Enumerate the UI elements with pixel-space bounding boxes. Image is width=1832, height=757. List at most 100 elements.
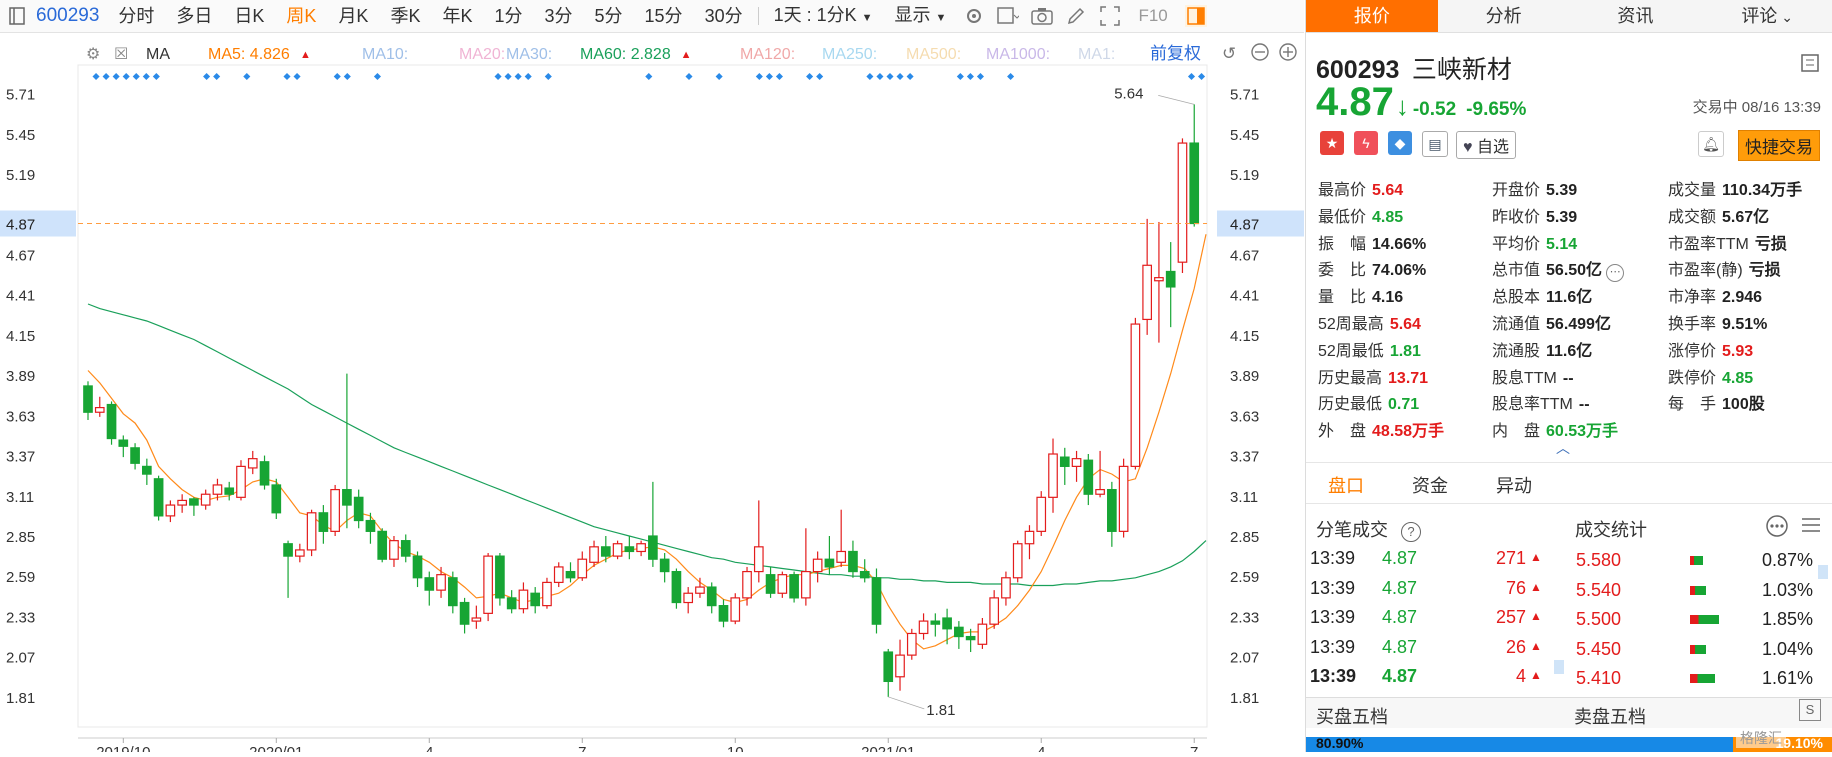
candle[interactable] bbox=[318, 505, 329, 544]
candle[interactable] bbox=[271, 478, 282, 519]
candle[interactable] bbox=[530, 587, 541, 614]
interval-select[interactable]: 1天 : 1分K ▼ bbox=[763, 0, 884, 34]
period-tab[interactable]: 1分 bbox=[483, 0, 533, 32]
candle[interactable] bbox=[730, 593, 741, 625]
candle[interactable] bbox=[671, 568, 682, 609]
display-menu[interactable]: 显示 ▼ bbox=[884, 0, 958, 34]
candle[interactable] bbox=[801, 528, 811, 606]
period-tab[interactable]: 周K bbox=[275, 0, 327, 32]
period-tab[interactable]: 分时 bbox=[107, 0, 165, 32]
undo-icon[interactable]: ↺ bbox=[1222, 44, 1236, 63]
china-flag-icon[interactable]: ★ bbox=[1320, 131, 1344, 155]
candle[interactable] bbox=[942, 608, 952, 645]
candle[interactable] bbox=[1059, 447, 1070, 485]
scrollbar-right[interactable] bbox=[1818, 565, 1828, 579]
period-tab[interactable]: 季K bbox=[379, 0, 431, 32]
subtab-yidong[interactable]: 异动 bbox=[1496, 472, 1532, 498]
ma-legend-item[interactable]: MA120: bbox=[740, 46, 795, 63]
candle[interactable] bbox=[247, 450, 258, 475]
gear-icon[interactable]: ⚙ bbox=[86, 46, 100, 63]
candle[interactable] bbox=[330, 484, 340, 537]
candle[interactable] bbox=[753, 500, 764, 583]
candle[interactable] bbox=[365, 512, 376, 544]
ma-legend-item[interactable]: MA5: 4.826 bbox=[208, 46, 290, 63]
candle[interactable] bbox=[577, 551, 588, 581]
watchlist-button[interactable]: ♥ 自选 bbox=[1456, 131, 1516, 159]
bell-icon[interactable]: 🔔︎ bbox=[1698, 131, 1724, 157]
period-tab[interactable]: 30分 bbox=[694, 0, 754, 32]
candle[interactable] bbox=[659, 553, 670, 583]
more-icon[interactable]: ⋯ bbox=[1606, 264, 1625, 283]
candle[interactable] bbox=[1036, 491, 1047, 537]
candle[interactable] bbox=[565, 562, 576, 583]
subtab-zijin[interactable]: 资金 bbox=[1412, 472, 1448, 498]
candle[interactable] bbox=[436, 566, 446, 598]
period-tab[interactable]: 15分 bbox=[634, 0, 694, 32]
candle[interactable] bbox=[1165, 242, 1176, 328]
f10-button[interactable]: F10 bbox=[1127, 0, 1178, 32]
candle[interactable] bbox=[1177, 138, 1188, 274]
candle[interactable] bbox=[954, 621, 964, 649]
candle[interactable] bbox=[777, 571, 788, 598]
candle[interactable] bbox=[189, 497, 199, 516]
candle[interactable] bbox=[589, 540, 599, 567]
expand-chevron-icon[interactable]: ︿ bbox=[1556, 438, 1570, 458]
candle[interactable] bbox=[906, 628, 917, 660]
candle[interactable] bbox=[718, 599, 729, 628]
ma-legend-item[interactable]: MA60: 2.828 bbox=[580, 46, 671, 63]
quick-trade-button[interactable]: 快捷交易 bbox=[1738, 130, 1820, 161]
toolbar-stock-code[interactable]: 600293 bbox=[34, 5, 107, 27]
candle[interactable] bbox=[518, 582, 529, 614]
candle[interactable] bbox=[1130, 317, 1141, 470]
candle[interactable] bbox=[412, 551, 423, 588]
candle[interactable] bbox=[1024, 525, 1035, 560]
candle[interactable] bbox=[259, 455, 270, 490]
candle[interactable] bbox=[1071, 450, 1082, 482]
candle[interactable] bbox=[83, 381, 93, 420]
sidebar-toggle-icon[interactable] bbox=[6, 5, 28, 27]
close-icon[interactable]: ☒ bbox=[114, 46, 128, 63]
candle[interactable] bbox=[306, 509, 317, 557]
fullscreen-icon[interactable] bbox=[1099, 5, 1121, 27]
ma-label[interactable]: MA bbox=[146, 46, 170, 63]
ma-legend-item[interactable]: MA20: bbox=[459, 46, 505, 63]
period-tab[interactable]: 5分 bbox=[584, 0, 634, 32]
candle[interactable] bbox=[94, 396, 105, 417]
candle[interactable] bbox=[165, 500, 176, 523]
candle[interactable] bbox=[895, 639, 905, 691]
candle[interactable] bbox=[648, 481, 658, 567]
candle[interactable] bbox=[977, 617, 988, 649]
candle[interactable] bbox=[848, 540, 858, 578]
candle[interactable] bbox=[1083, 454, 1094, 506]
gear-icon[interactable] bbox=[963, 5, 985, 27]
adjust-select[interactable]: 前复权 bbox=[1150, 44, 1201, 63]
candle[interactable] bbox=[836, 509, 847, 567]
candle[interactable] bbox=[624, 536, 635, 560]
candle[interactable] bbox=[612, 540, 623, 560]
candle[interactable] bbox=[1095, 450, 1105, 498]
candle[interactable] bbox=[789, 571, 799, 603]
candle[interactable] bbox=[130, 443, 140, 470]
candle[interactable] bbox=[118, 435, 129, 458]
ma-legend-item[interactable]: MA250: bbox=[822, 46, 877, 63]
candle[interactable] bbox=[1048, 438, 1058, 513]
candle[interactable] bbox=[506, 590, 517, 614]
candle[interactable] bbox=[542, 577, 552, 609]
candle[interactable] bbox=[224, 481, 235, 501]
ma-legend-item[interactable]: MA500: bbox=[906, 46, 961, 63]
candle[interactable] bbox=[424, 571, 435, 606]
ma-legend-item[interactable]: MA1: bbox=[1078, 46, 1115, 63]
candle[interactable] bbox=[1142, 218, 1152, 335]
candle[interactable] bbox=[871, 568, 882, 634]
candle[interactable] bbox=[695, 577, 705, 598]
panel-toggle-icon[interactable] bbox=[1184, 5, 1207, 27]
candle[interactable] bbox=[553, 562, 564, 588]
candle[interactable] bbox=[765, 566, 776, 598]
period-tab[interactable]: 月K bbox=[327, 0, 379, 32]
scrollbar-left[interactable] bbox=[1554, 660, 1564, 674]
period-tab[interactable]: 日K bbox=[223, 0, 275, 32]
more-icon[interactable] bbox=[1766, 515, 1788, 542]
candle[interactable] bbox=[106, 401, 117, 445]
layout-icon[interactable] bbox=[1801, 54, 1819, 77]
candle[interactable] bbox=[142, 458, 152, 485]
